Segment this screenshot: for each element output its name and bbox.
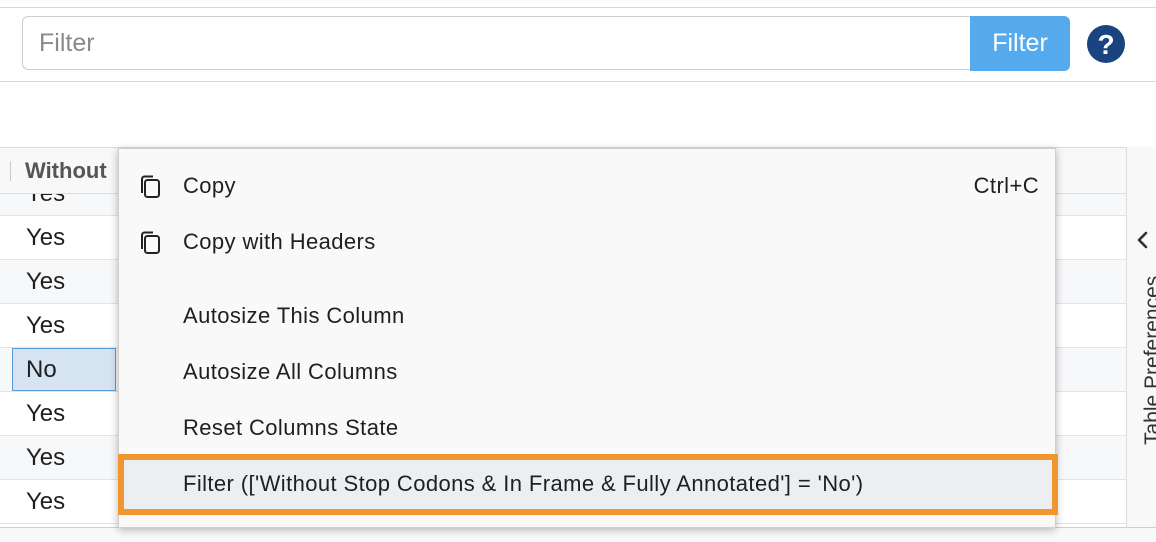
- menu-item-copy-with-headers[interactable]: Copy with Headers: [119, 214, 1055, 270]
- menu-item-autosize-this-column[interactable]: Autosize This Column: [119, 288, 1055, 344]
- table-cell[interactable]: Yes: [12, 194, 116, 215]
- table-cell[interactable]: Yes: [12, 260, 116, 303]
- top-divider: [0, 7, 1156, 8]
- table-cell[interactable]: Yes: [12, 392, 116, 435]
- column-header[interactable]: Without: [25, 158, 120, 184]
- svg-text:?: ?: [1097, 29, 1114, 60]
- menu-item-label: Copy: [183, 173, 236, 198]
- highlight-box: [118, 454, 1058, 515]
- menu-item-label: Autosize This Column: [183, 303, 405, 328]
- chevron-left-icon[interactable]: [1134, 231, 1152, 249]
- menu-item-copy[interactable]: Copy Ctrl+C: [119, 158, 1055, 214]
- menu-item-label: Autosize All Columns: [183, 359, 398, 384]
- menu-item-shortcut: Ctrl+C: [973, 173, 1039, 198]
- table-cell[interactable]: Yes: [12, 304, 116, 347]
- table-cell[interactable]: Yes: [12, 436, 116, 479]
- menu-item-label: Reset Columns State: [183, 415, 399, 440]
- table-preferences-label[interactable]: Table Preferences: [1141, 276, 1156, 445]
- table-cell[interactable]: Yes: [12, 216, 116, 259]
- selected-cell[interactable]: No: [12, 348, 116, 391]
- question-circle-icon[interactable]: ?: [1086, 24, 1126, 64]
- menu-item-reset-columns-state[interactable]: Reset Columns State: [119, 400, 1055, 456]
- header-separator: [10, 161, 11, 181]
- filter-input[interactable]: [22, 16, 970, 70]
- table-cell[interactable]: Yes: [12, 480, 116, 523]
- copy-icon: [141, 231, 160, 254]
- bottom-strip: [0, 528, 1156, 542]
- filter-button[interactable]: Filter: [970, 16, 1070, 71]
- filter-bar-divider: [0, 81, 1156, 82]
- menu-item-autosize-all-columns[interactable]: Autosize All Columns: [119, 344, 1055, 400]
- menu-item-label: Copy with Headers: [183, 229, 376, 254]
- copy-icon: [141, 175, 160, 198]
